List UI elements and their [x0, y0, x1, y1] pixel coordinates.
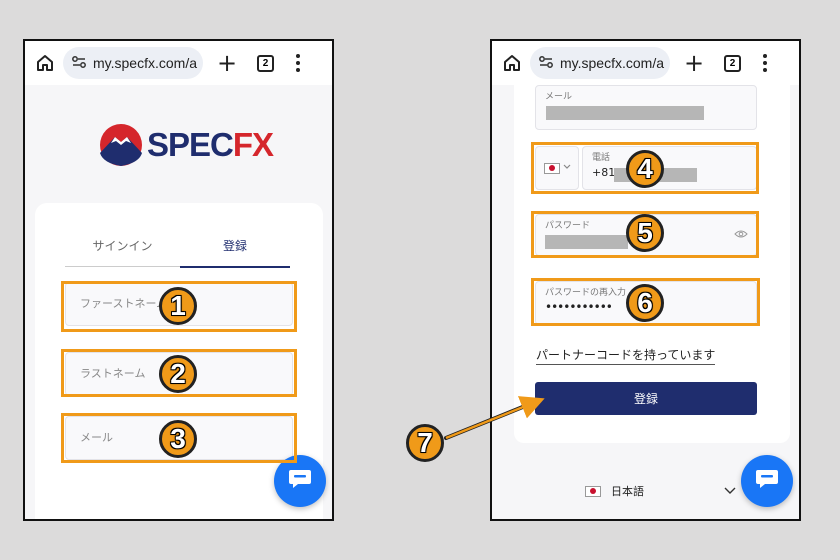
redacted-password — [545, 235, 628, 249]
japan-flag-icon — [543, 162, 560, 174]
japan-flag-icon — [585, 485, 601, 497]
chevron-down-icon — [724, 485, 736, 498]
chevron-down-icon — [563, 163, 571, 173]
language-selector[interactable]: 日本語 — [585, 483, 736, 499]
password-label: パスワード — [545, 221, 591, 231]
password-confirm-label: パスワードの再入力 — [545, 288, 627, 298]
step-badge-4: 4 — [626, 150, 664, 188]
site-settings-icon[interactable] — [71, 54, 87, 73]
chat-icon — [287, 467, 313, 495]
phone-code: +81 — [592, 166, 616, 179]
chat-icon — [754, 467, 780, 495]
chat-button[interactable] — [274, 455, 326, 507]
phone-screenshot-right: my.specfx.com/a + 2 メール 電話 +81 パスワード パスワ… — [490, 39, 801, 521]
step-badge-7: 7 — [406, 424, 444, 462]
url-text: my.specfx.com/a — [93, 55, 197, 71]
more-menu-icon[interactable] — [763, 54, 767, 72]
browser-toolbar: my.specfx.com/a + 2 — [25, 41, 332, 85]
new-tab-plus-icon[interactable]: + — [215, 51, 239, 75]
step-badge-6: 6 — [626, 284, 664, 322]
email-field[interactable]: メール — [535, 85, 757, 130]
language-label: 日本語 — [611, 485, 644, 498]
partner-code-link[interactable]: パートナーコードを持っています — [536, 346, 716, 365]
mountain-logo-icon — [100, 124, 142, 166]
address-bar[interactable]: my.specfx.com/a — [63, 47, 203, 79]
phone-field[interactable]: 電話 +81 — [582, 146, 757, 190]
step-badge-5: 5 — [626, 214, 664, 252]
more-menu-icon[interactable] — [296, 54, 300, 72]
new-tab-plus-icon[interactable]: + — [682, 51, 706, 75]
country-code-select[interactable] — [535, 146, 579, 190]
tab-register[interactable]: 登録 — [180, 237, 290, 268]
browser-toolbar: my.specfx.com/a + 2 — [492, 41, 799, 85]
home-icon[interactable] — [500, 51, 524, 75]
logo-text-spec: SPEC — [147, 126, 234, 163]
logo-text-fx: FX — [232, 126, 274, 163]
tab-signin[interactable]: サインイン — [65, 237, 180, 267]
email-label: メール — [545, 92, 573, 102]
tab-count-icon[interactable]: 2 — [257, 54, 274, 72]
step-badge-2: 2 — [159, 355, 197, 393]
chat-button[interactable] — [741, 455, 793, 507]
specfx-logo[interactable]: SPECFX — [99, 123, 274, 167]
eye-icon[interactable] — [734, 229, 748, 242]
tab-count-icon[interactable]: 2 — [724, 54, 741, 72]
home-icon[interactable] — [33, 51, 57, 75]
password-confirm-value: ••••••••••• — [545, 300, 613, 314]
url-text: my.specfx.com/a — [560, 55, 664, 71]
register-submit-button[interactable]: 登録 — [535, 382, 757, 415]
redacted-email — [546, 106, 704, 120]
step-badge-3: 3 — [159, 420, 197, 458]
site-settings-icon[interactable] — [538, 54, 554, 73]
phone-label: 電話 — [592, 153, 611, 163]
step-badge-1: 1 — [159, 287, 197, 325]
address-bar[interactable]: my.specfx.com/a — [530, 47, 670, 79]
